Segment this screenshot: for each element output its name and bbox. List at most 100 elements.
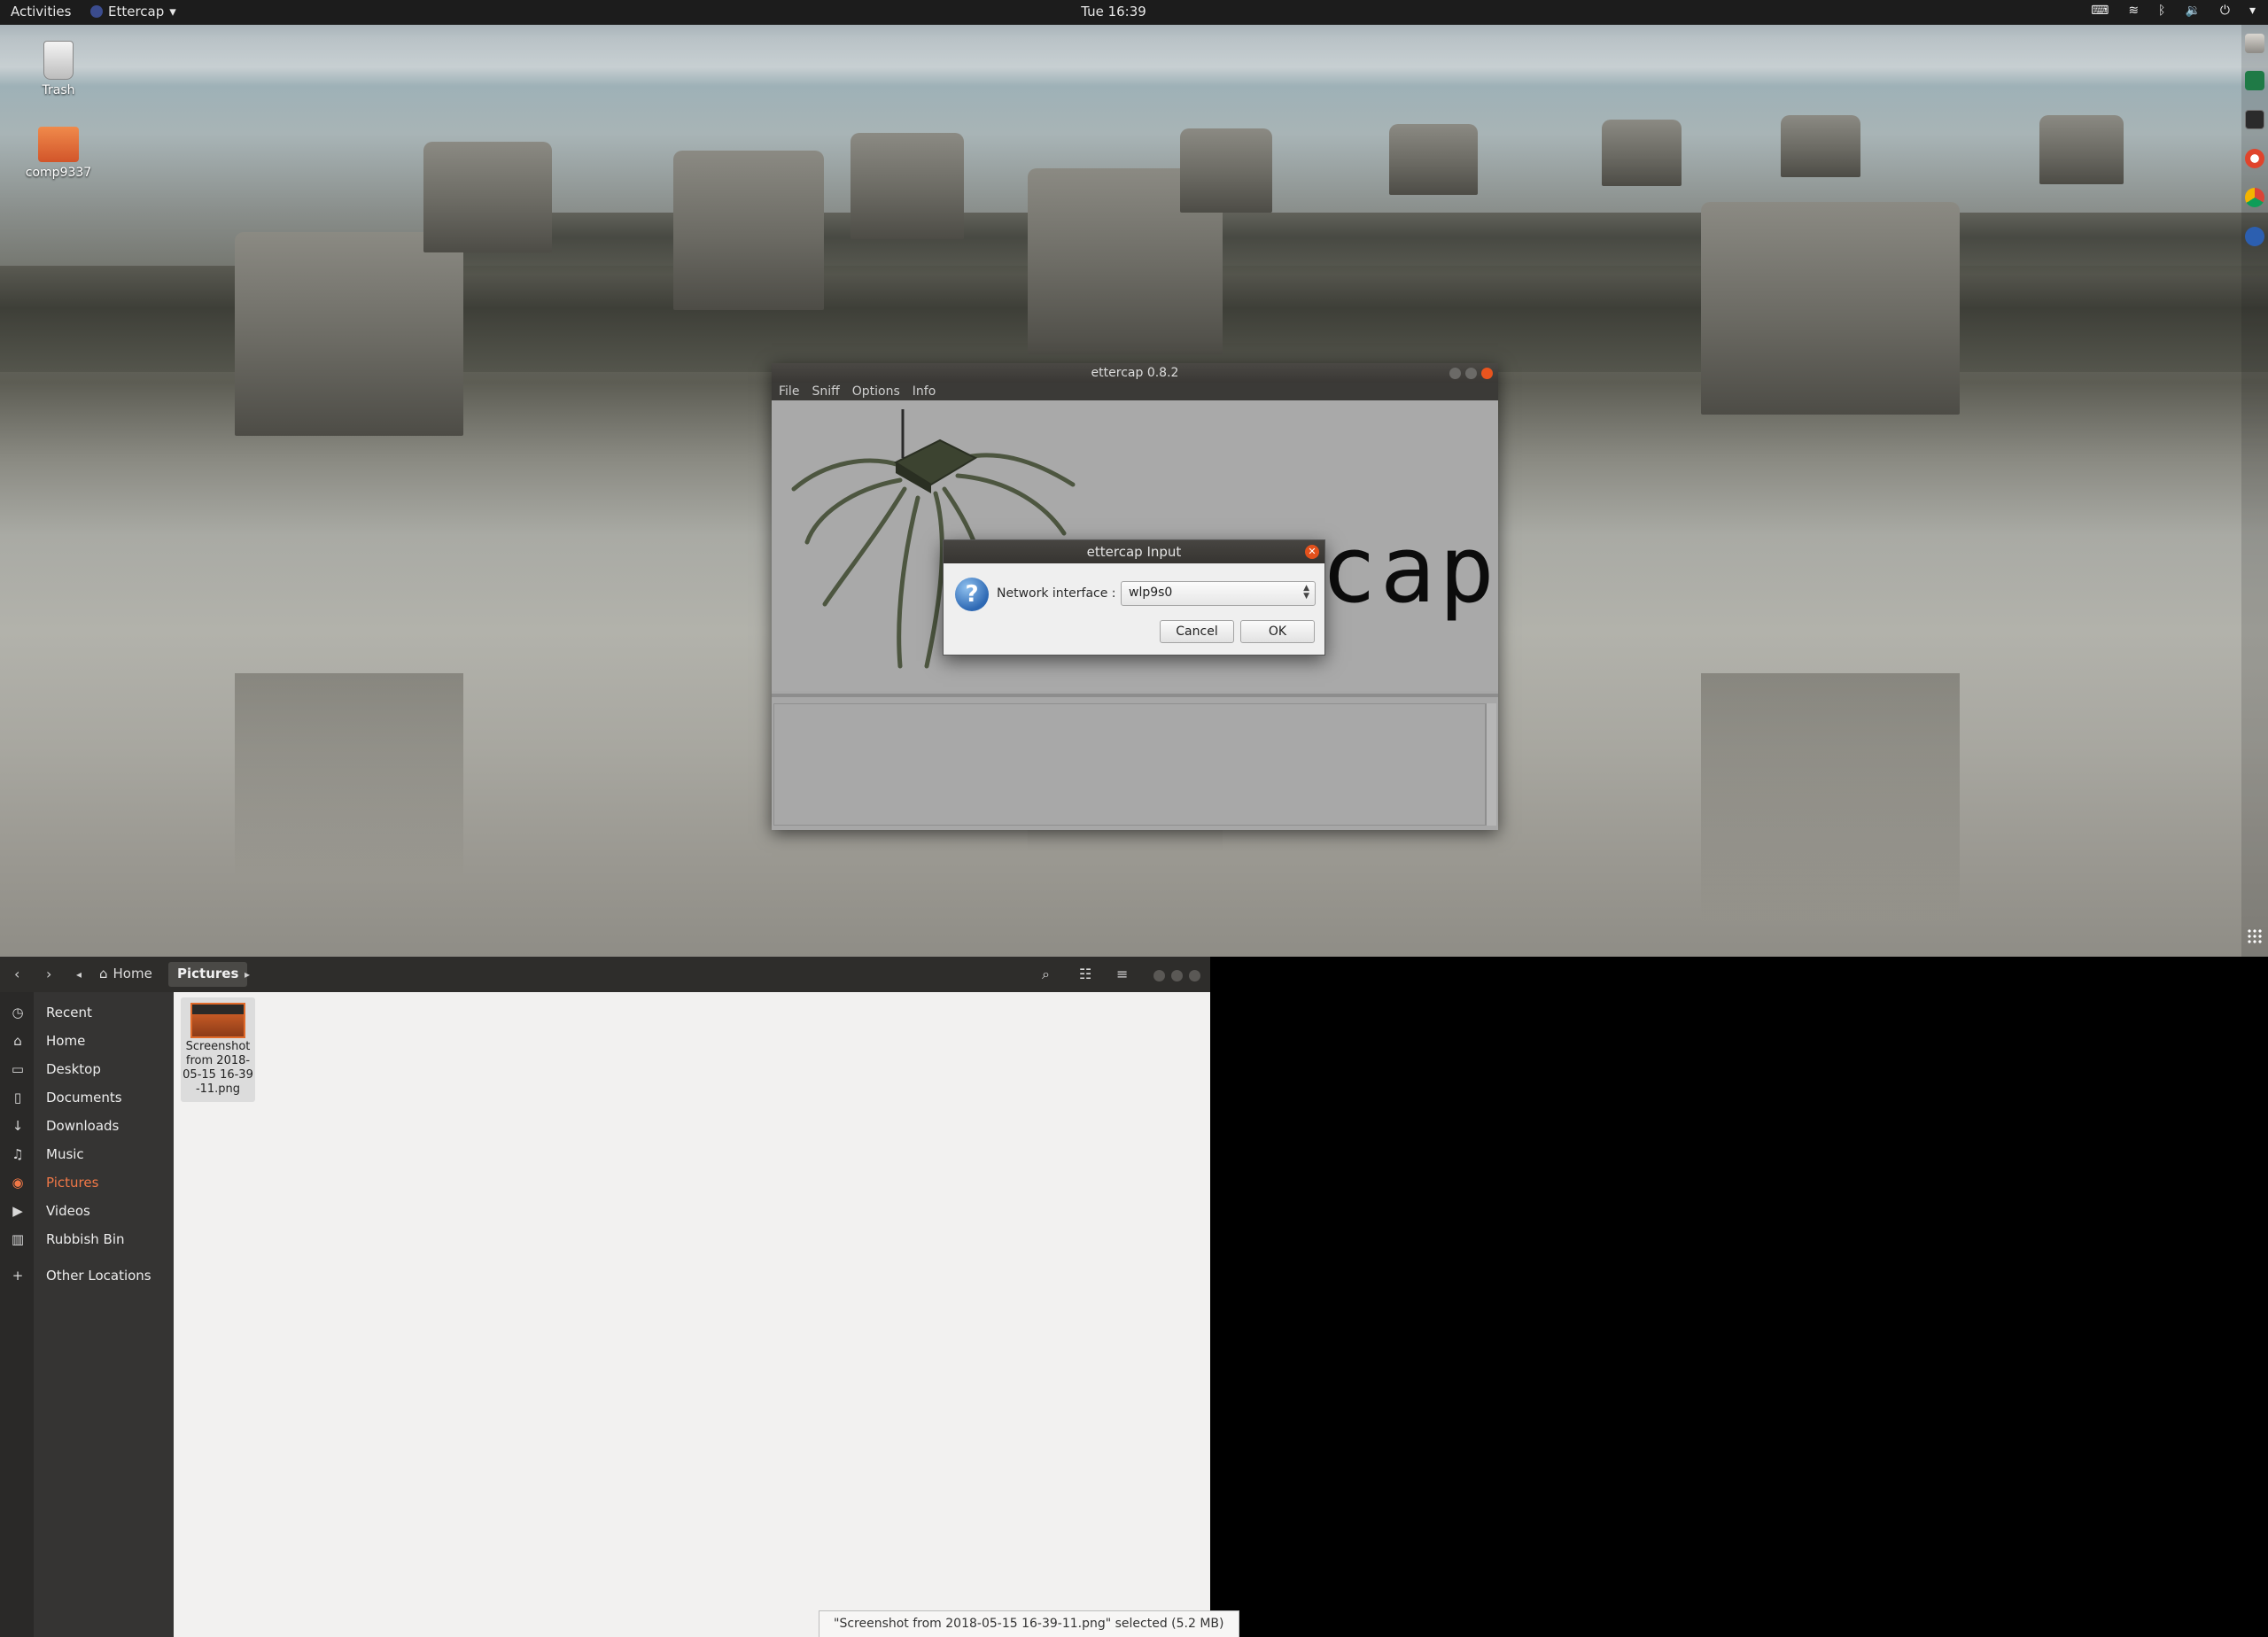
keyboard-icon[interactable]: ⌨ — [2091, 4, 2109, 18]
download-icon: ↓ — [12, 1118, 24, 1134]
forward-button[interactable]: › — [46, 966, 51, 982]
sidebar-item-label: Desktop — [46, 1061, 101, 1077]
breadcrumb-pictures[interactable]: Pictures — [168, 962, 248, 987]
maximize-button[interactable] — [1465, 368, 1477, 379]
close-button[interactable] — [1481, 368, 1493, 379]
cancel-button[interactable]: Cancel — [1160, 620, 1234, 643]
power-icon[interactable]: ⏻ — [2220, 4, 2230, 18]
folder-icon: ▭ — [11, 1061, 25, 1077]
sidebar-item-pictures[interactable]: ◉ Pictures — [0, 1171, 174, 1198]
home-icon: ⌂ — [99, 966, 108, 981]
path-right-arrow-icon[interactable]: ▸ — [245, 968, 250, 981]
volume-icon[interactable]: 🔉 — [2185, 4, 2200, 18]
view-toggle-icon[interactable]: ☷ — [1079, 966, 1091, 982]
sidebar-item-rubbish-bin[interactable]: ▥ Rubbish Bin — [0, 1228, 174, 1254]
wallpaper-pillar — [1701, 202, 1960, 415]
files-icon[interactable] — [2245, 34, 2264, 53]
sidebar-item-home[interactable]: ⌂ Home — [0, 1029, 174, 1056]
sidebar-item-label: Recent — [46, 1005, 92, 1020]
sidebar-item-label: Home — [46, 1033, 86, 1049]
sidebar-item-label: Videos — [46, 1203, 90, 1219]
bluetooth-icon[interactable]: ᛒ — [2158, 4, 2165, 18]
files-window: ‹ › ◂ ⌂ Home Pictures ▸ ⌕ ☷ ≡ ◷ Recent ⌂… — [0, 957, 1210, 1637]
wallpaper-pillar — [2039, 115, 2124, 184]
dialog-titlebar[interactable]: ettercap Input ✕ — [944, 540, 1324, 563]
network-interface-select[interactable]: wlp9s0 ▲ ▼ — [1121, 581, 1316, 606]
menu-file[interactable]: File — [779, 383, 799, 400]
sidebar-item-downloads[interactable]: ↓ Downloads — [0, 1114, 174, 1141]
file-item[interactable]: Screenshot from 2018-05-15 16-39-11.png — [181, 997, 255, 1102]
ettercap-input-dialog: ettercap Input ✕ ? Network interface : w… — [943, 539, 1325, 656]
sidebar-item-documents[interactable]: ▯ Documents — [0, 1086, 174, 1113]
sidebar-item-desktop[interactable]: ▭ Desktop — [0, 1058, 174, 1084]
show-applications-icon[interactable] — [2247, 928, 2263, 944]
desktop-icon-comp9337[interactable]: comp9337 — [10, 127, 107, 180]
desktop-icon-trash[interactable]: Trash — [10, 41, 107, 97]
ettercap-icon[interactable] — [2245, 227, 2264, 246]
sidebar-item-other-locations[interactable]: + Other Locations — [0, 1264, 174, 1291]
terminal-icon[interactable] — [2245, 110, 2264, 129]
path-left-arrow-icon[interactable]: ◂ — [76, 968, 82, 981]
ok-button[interactable]: OK — [1240, 620, 1315, 643]
minimize-button[interactable] — [1449, 368, 1461, 379]
ettercap-log-area[interactable] — [773, 703, 1486, 826]
cutter-icon[interactable] — [2245, 149, 2264, 168]
minimize-button[interactable] — [1153, 970, 1165, 981]
desktop-icon-label: comp9337 — [25, 166, 92, 180]
dock — [2241, 25, 2268, 957]
wallpaper-pillar — [423, 142, 552, 252]
trash-icon — [43, 41, 74, 80]
menu-options[interactable]: Options — [852, 383, 900, 400]
system-tray[interactable]: ⌨ ≋ ᛒ 🔉 ⏻ ▾ — [2091, 4, 2256, 18]
wallpaper-pillar — [850, 133, 964, 239]
clock[interactable]: Tue 16:39 — [0, 4, 2227, 19]
files-content[interactable]: Screenshot from 2018-05-15 16-39-11.png — [174, 992, 1210, 1637]
file-name: Screenshot from 2018-05-15 16-39-11.png — [183, 1040, 253, 1096]
sidebar-item-label: Other Locations — [46, 1268, 151, 1284]
ettercap-menubar: File Sniff Options Info — [772, 383, 1498, 400]
sidebar-item-recent[interactable]: ◷ Recent — [0, 1001, 174, 1028]
sidebar-item-videos[interactable]: ▶ Videos — [0, 1199, 174, 1226]
dialog-title: ettercap Input — [1086, 544, 1182, 560]
ettercap-logo-text: cap — [1321, 516, 1498, 624]
log-scrollbar[interactable] — [1486, 703, 1496, 826]
ettercap-titlebar[interactable]: ettercap 0.8.2 — [772, 363, 1498, 383]
close-icon[interactable]: ✕ — [1305, 545, 1319, 559]
back-button[interactable]: ‹ — [14, 966, 19, 982]
network-interface-label: Network interface : — [997, 586, 1116, 601]
ettercap-title: ettercap 0.8.2 — [1091, 366, 1179, 380]
wifi-icon[interactable]: ≋ — [2128, 4, 2139, 18]
chevron-down-icon[interactable]: ▾ — [2249, 4, 2256, 18]
wallpaper-pillar — [1389, 124, 1478, 195]
maximize-button[interactable] — [1171, 970, 1183, 981]
home-icon: ⌂ — [13, 1033, 22, 1049]
menu-info[interactable]: Info — [913, 383, 936, 400]
menu-sniff[interactable]: Sniff — [812, 383, 839, 400]
image-thumbnail — [190, 1003, 245, 1038]
sidebar-item-label: Rubbish Bin — [46, 1231, 125, 1247]
breadcrumb-home-label: Home — [113, 966, 152, 981]
wallpaper-pillar — [1602, 120, 1682, 186]
pane-divider[interactable] — [772, 694, 1498, 697]
sidebar-item-label: Documents — [46, 1090, 122, 1106]
music-icon: ♫ — [12, 1146, 24, 1162]
trash-icon: ▥ — [11, 1231, 25, 1247]
breadcrumb-home[interactable]: ⌂ Home — [99, 966, 152, 981]
spinner-arrows-icon: ▲ ▼ — [1303, 584, 1309, 601]
chrome-icon[interactable] — [2245, 188, 2264, 207]
pycharm-icon[interactable] — [2245, 71, 2264, 90]
video-icon: ▶ — [12, 1203, 23, 1219]
sidebar-item-music[interactable]: ♫ Music — [0, 1143, 174, 1169]
menu-icon[interactable]: ≡ — [1116, 966, 1128, 982]
status-bar: "Screenshot from 2018-05-15 16-39-11.png… — [819, 1610, 1239, 1637]
search-icon[interactable]: ⌕ — [1042, 966, 1050, 983]
top-bar: Activities Ettercap ▾ Tue 16:39 ⌨ ≋ ᛒ 🔉 … — [0, 0, 2268, 25]
sidebar-item-label: Pictures — [46, 1175, 99, 1191]
document-icon: ▯ — [13, 1090, 22, 1106]
close-button[interactable] — [1189, 970, 1200, 981]
plus-icon: + — [12, 1268, 24, 1284]
clock-icon: ◷ — [12, 1005, 24, 1020]
wallpaper-pillar — [1180, 128, 1272, 213]
folder-icon — [38, 127, 79, 162]
wallpaper-pillar — [673, 151, 824, 310]
